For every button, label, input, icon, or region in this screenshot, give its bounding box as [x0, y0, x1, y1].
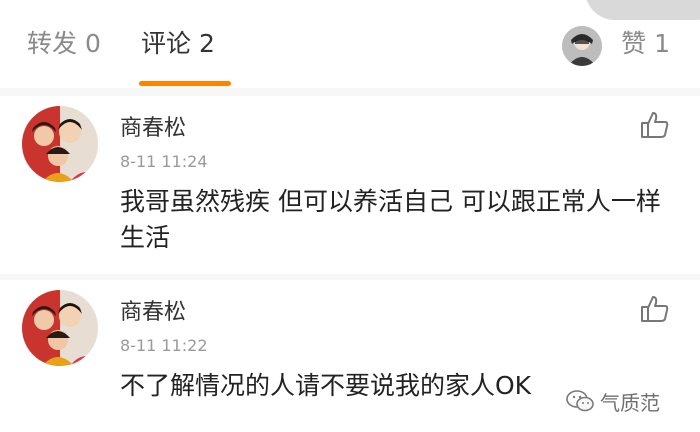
liker-avatar[interactable]	[562, 26, 602, 66]
comment-timestamp: 8-11 11:22	[120, 336, 208, 355]
avatar[interactable]	[22, 290, 98, 366]
wechat-icon	[566, 390, 594, 412]
corner-shade	[585, 0, 700, 20]
avatar[interactable]	[22, 106, 98, 182]
thumbs-up-icon[interactable]	[640, 294, 670, 324]
watermark: 气质范	[566, 386, 660, 416]
active-tab-indicator	[139, 81, 231, 86]
comment-username[interactable]: 商春松	[120, 294, 186, 326]
thumbs-up-icon[interactable]	[640, 110, 670, 140]
comment-username[interactable]: 商春松	[120, 110, 186, 142]
comment-text: 我哥虽然残疾 但可以养活自己 可以跟正常人一样生活	[120, 187, 661, 252]
comment-timestamp: 8-11 11:24	[120, 152, 208, 171]
tab-bar: 转发 0 评论 2 赞 1	[0, 0, 700, 88]
comment-item: 商春松 8-11 11:24 我哥虽然残疾 但可以养活自己 可以跟正常人一样生活	[0, 96, 700, 274]
tab-repost[interactable]: 转发 0	[27, 28, 101, 60]
tab-comment[interactable]: 评论 2	[141, 28, 215, 60]
watermark-text: 气质范	[600, 390, 660, 415]
tab-like[interactable]: 赞 1	[621, 28, 670, 60]
